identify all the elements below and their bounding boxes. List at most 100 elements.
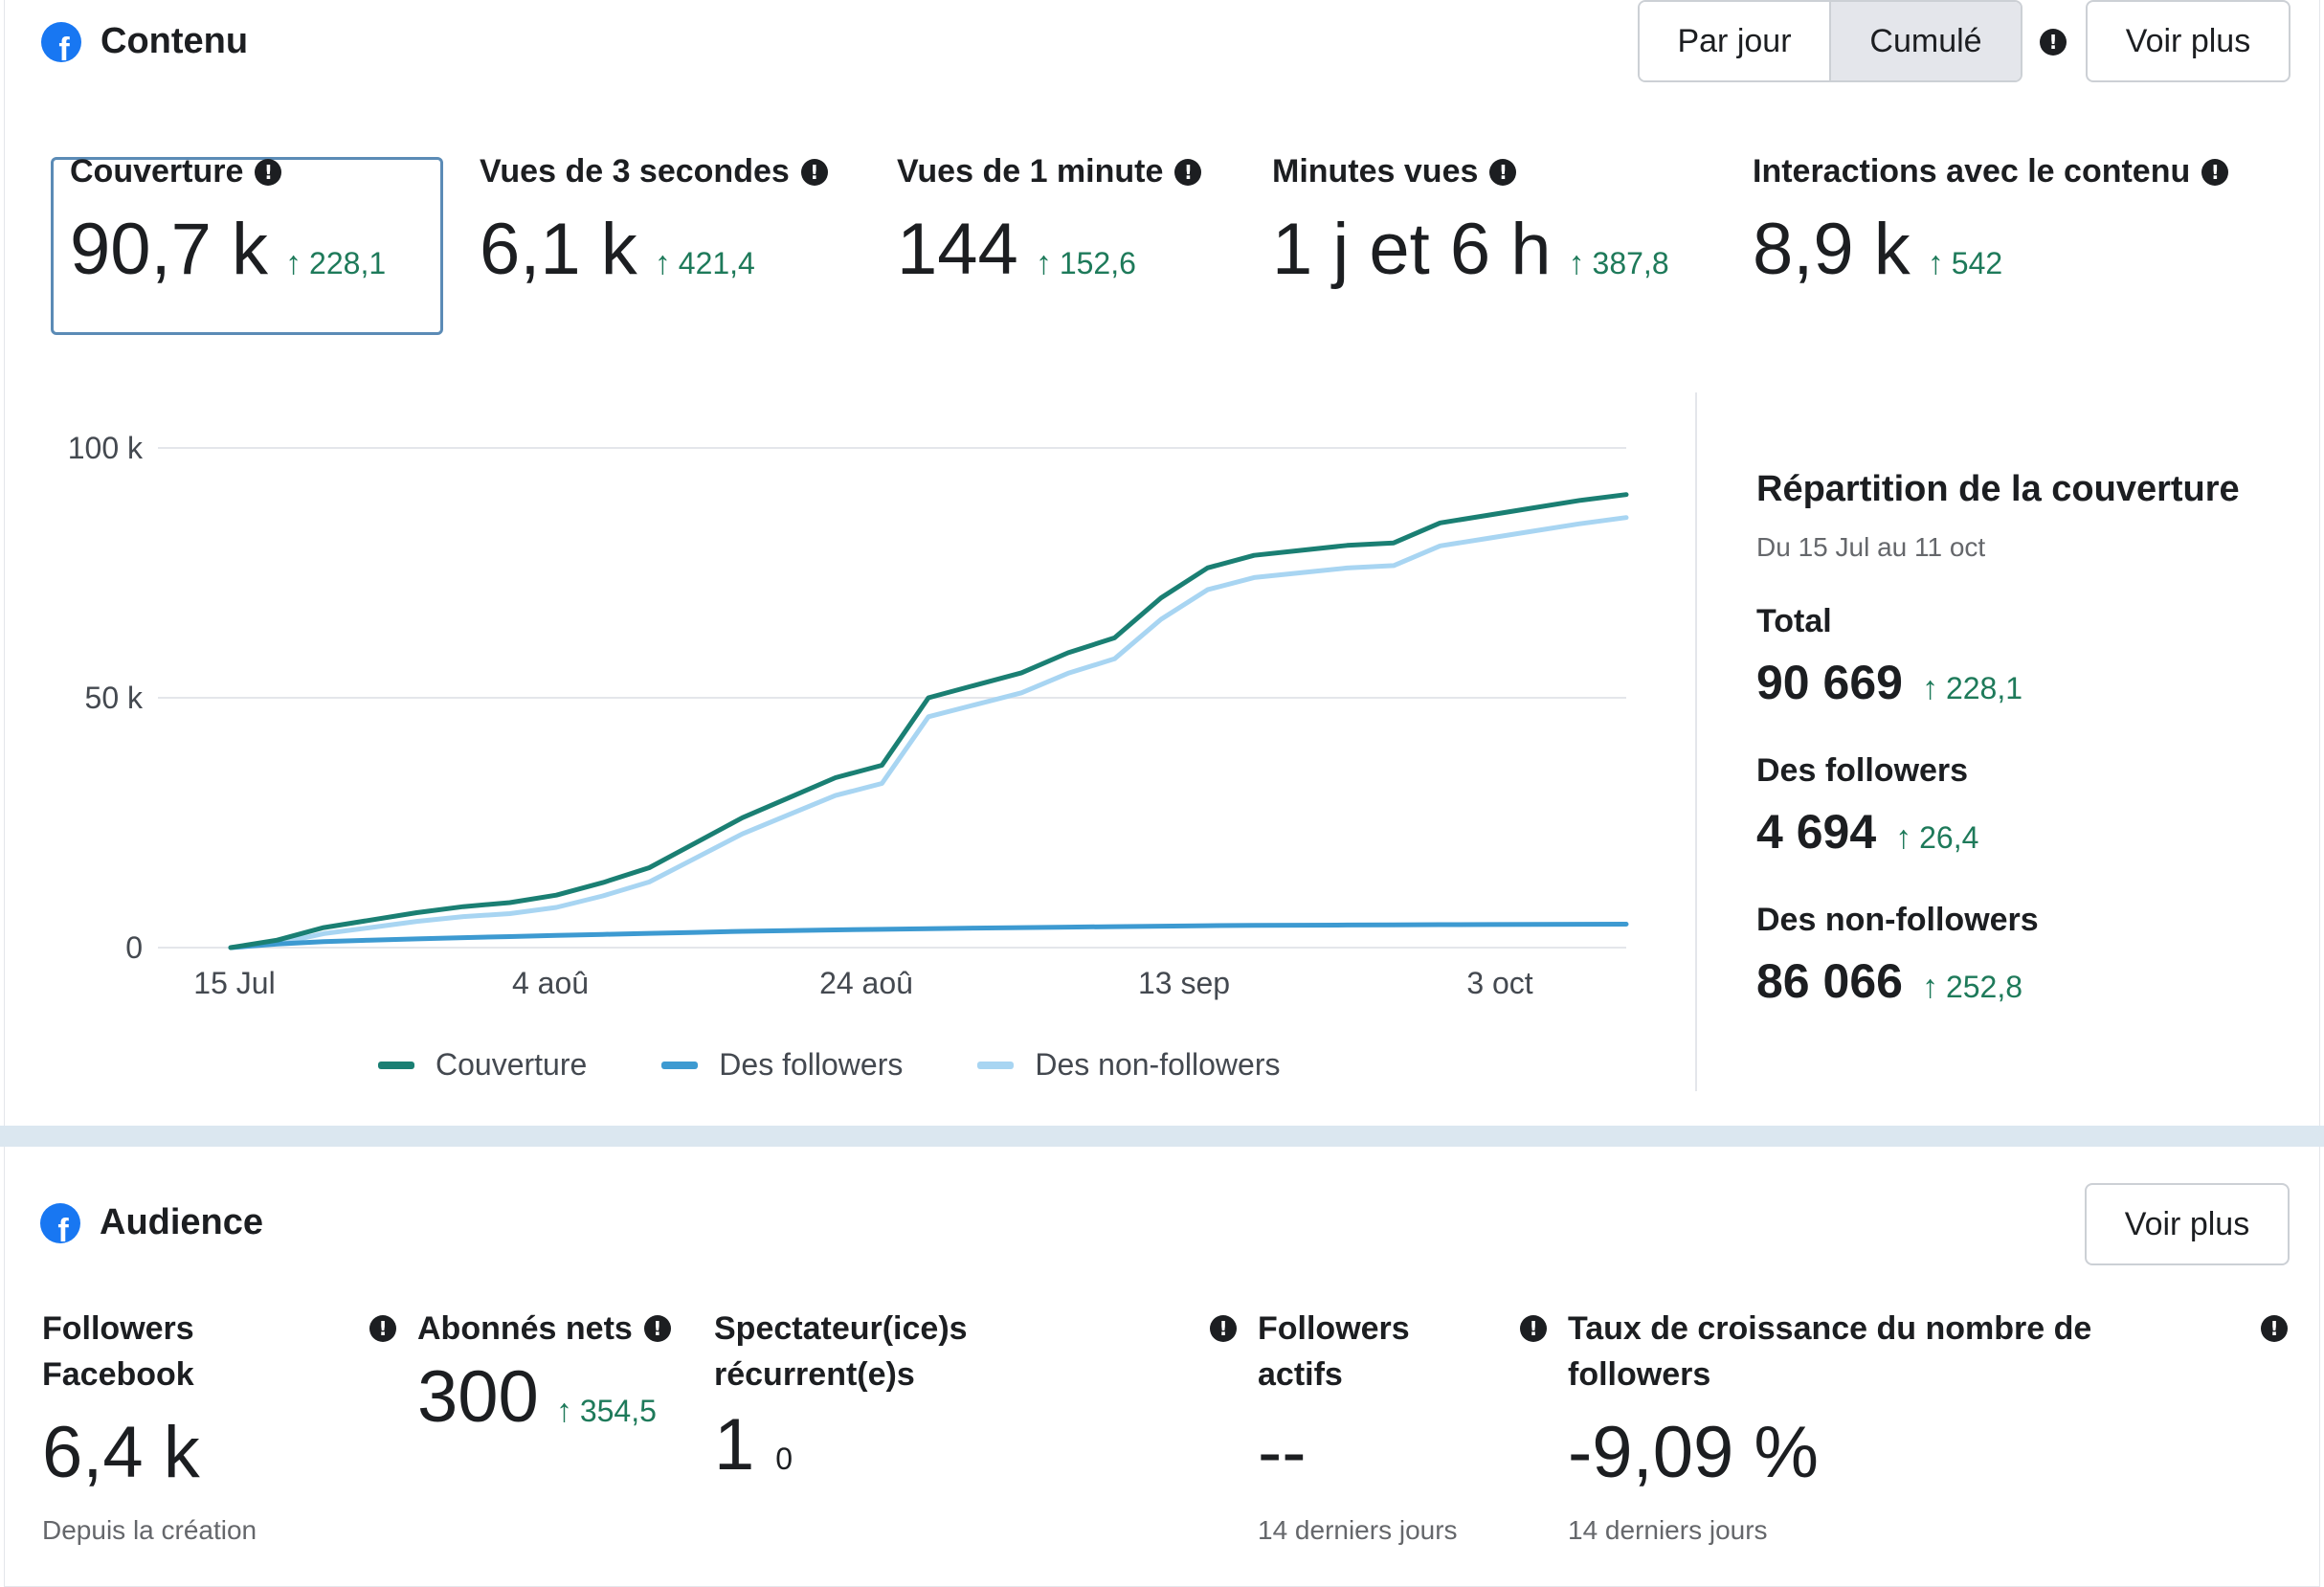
non-followers-change: ↑ 252,8 (1921, 969, 2023, 1005)
metric-vues-3s[interactable]: Vues de 3 secondes! 6,1 k ↑ 421,4 (480, 153, 828, 291)
info-icon[interactable]: ! (1489, 158, 1517, 186)
info-icon[interactable]: ! (1174, 158, 1202, 186)
metric-value: 8,9 k (1753, 209, 1911, 290)
metric-label: Followers Facebook (42, 1310, 194, 1393)
metric-value: 144 (897, 209, 1018, 290)
metric-value: 1 j et 6 h (1272, 209, 1552, 290)
total-value: 90 669 (1756, 656, 1903, 709)
series-line-couverture (228, 492, 1629, 950)
total-value-row: 90 669 ↑ 228,1 (1756, 655, 2022, 710)
metric-change: ↑ 354,5 (555, 1393, 657, 1429)
followers-facebook-metric: Followers Facebook 6,4 k Depuis la créati… (42, 1306, 257, 1546)
info-icon[interactable]: ! (1210, 1315, 1237, 1342)
metric-label: Couverture (70, 153, 244, 190)
voir-plus-button[interactable]: Voir plus (2086, 0, 2290, 82)
series-line-des-followers (228, 922, 1629, 950)
x-tick-label: 3 oct (1466, 966, 1532, 1000)
arrow-up-icon: ↑ (1921, 670, 1938, 706)
metric-subvalue: 0 (775, 1442, 793, 1476)
legend-label-couverture: Couverture (436, 1047, 588, 1082)
metric-vues-1min[interactable]: Vues de 1 minute! 144 ↑ 152,6 (897, 153, 1202, 291)
metric-subtitle: 14 derniers jours (1568, 1515, 1768, 1545)
total-label: Total (1756, 603, 1832, 639)
audience-header: f Audience (40, 1202, 263, 1243)
metric-value: 300 (417, 1356, 539, 1438)
voir-plus-button[interactable]: Voir plus (2085, 1183, 2290, 1265)
metric-label: Spectateur(ice)s récurrent(e)s (714, 1310, 968, 1393)
section-title: Audience (100, 1202, 264, 1242)
vertical-divider (1695, 392, 1697, 1091)
view-toggle: Par jour Cumulé (1638, 0, 2022, 82)
metric-value: -- (1258, 1412, 1307, 1493)
arrow-up-icon: ↑ (1568, 245, 1585, 281)
contenu-panel: f Contenu Par jour Cumulé ! Voir plus Co… (4, 0, 2320, 1126)
followers-value: 4 694 (1756, 805, 1877, 859)
par-jour-button[interactable]: Par jour (1640, 2, 1829, 80)
info-icon[interactable]: ! (643, 1315, 671, 1342)
info-icon[interactable]: ! (255, 158, 282, 186)
metric-value: 6,1 k (480, 209, 637, 290)
abonnes-nets-metric: Abonnés nets! 300 ↑ 354,5 (417, 1306, 671, 1439)
metric-change: ↑ 152,6 (1035, 245, 1136, 281)
metric-change: ↑ 228,1 (285, 245, 387, 281)
info-icon[interactable]: ! (800, 158, 828, 186)
non-followers-label: Des non-followers (1756, 902, 2039, 938)
legend: Couverture Des followers Des non-followe… (378, 1047, 1280, 1083)
info-icon[interactable]: ! (2040, 29, 2067, 56)
series-line-des-non-followers (228, 515, 1629, 950)
metric-interactions[interactable]: Interactions avec le contenu! 8,9 k ↑ 542 (1753, 153, 2229, 291)
info-icon[interactable]: ! (1520, 1315, 1547, 1342)
repartition-title: Répartition de la couverture (1756, 469, 2240, 509)
metric-label: Minutes vues (1272, 153, 1479, 190)
metric-couverture[interactable]: Couverture! 90,7 k ↑ 228,1 (70, 153, 386, 291)
spectateurs-metric: Spectateur(ice)s récurrent(e)s 1 0 (714, 1306, 968, 1486)
followers-actifs-metric: Followers actifs -- 14 derniers jours (1258, 1306, 1458, 1546)
arrow-up-icon: ↑ (654, 245, 671, 281)
taux-croissance-metric: Taux de croissance du nombre de followers… (1568, 1306, 2091, 1546)
non-followers-value-row: 86 066 ↑ 252,8 (1756, 953, 2022, 1009)
metric-value: 1 (714, 1404, 755, 1486)
followers-label: Des followers (1756, 752, 1969, 789)
y-tick-label: 100 k (68, 431, 144, 465)
facebook-icon: f (41, 21, 81, 62)
info-icon[interactable]: ! (2201, 158, 2229, 186)
y-tick-label: 50 k (85, 681, 144, 715)
metric-subtitle: 14 derniers jours (1258, 1515, 1458, 1545)
arrow-up-icon: ↑ (555, 1393, 572, 1429)
info-icon[interactable]: ! (369, 1315, 396, 1342)
metric-minutes-vues[interactable]: Minutes vues! 1 j et 6 h ↑ 387,8 (1272, 153, 1669, 291)
x-tick-label: 15 Jul (193, 966, 275, 1000)
metric-value: 90,7 k (70, 209, 269, 290)
metric-subtitle: Depuis la création (42, 1515, 257, 1545)
legend-swatch-followers (661, 1061, 699, 1069)
arrow-up-icon: ↑ (285, 245, 302, 281)
y-tick-label: 0 (125, 930, 143, 965)
total-change: ↑ 228,1 (1921, 670, 2023, 706)
metric-value: -9,09 % (1568, 1412, 1819, 1493)
non-followers-value: 86 066 (1756, 954, 1903, 1008)
arrow-up-icon: ↑ (1921, 969, 1938, 1005)
cumule-button[interactable]: Cumulé (1829, 2, 2021, 80)
metric-label: Vues de 1 minute (897, 153, 1164, 190)
legend-label-followers: Des followers (719, 1047, 904, 1082)
info-icon[interactable]: ! (2261, 1315, 2288, 1342)
arrow-up-icon: ↑ (1035, 245, 1052, 281)
metric-change: ↑ 542 (1927, 245, 2003, 281)
metric-value: 6,4 k (42, 1412, 200, 1493)
facebook-icon: f (40, 1202, 80, 1243)
section-divider (0, 1126, 2324, 1147)
metric-label: Vues de 3 secondes (480, 153, 790, 190)
metric-label: Taux de croissance du nombre de followers (1568, 1310, 2092, 1393)
repartition-period: Du 15 Jul au 11 oct (1756, 532, 1986, 562)
reach-line-chart: 0 50 k 100 k 15 Jul 4 aoû 24 aoû 13 sep 3 oct (68, 431, 1629, 1000)
arrow-up-icon: ↑ (1927, 245, 1944, 281)
metric-label: Abonnés nets (417, 1310, 633, 1347)
followers-change: ↑ 26,4 (1895, 819, 1979, 856)
metric-label: Followers actifs (1258, 1310, 1410, 1393)
x-tick-label: 13 sep (1138, 966, 1230, 1000)
legend-swatch-non-followers (977, 1061, 1015, 1069)
arrow-up-icon: ↑ (1895, 819, 1912, 856)
section-title: Contenu (101, 21, 249, 61)
contenu-header: f Contenu (41, 21, 248, 62)
metric-label: Interactions avec le contenu (1753, 153, 2191, 190)
